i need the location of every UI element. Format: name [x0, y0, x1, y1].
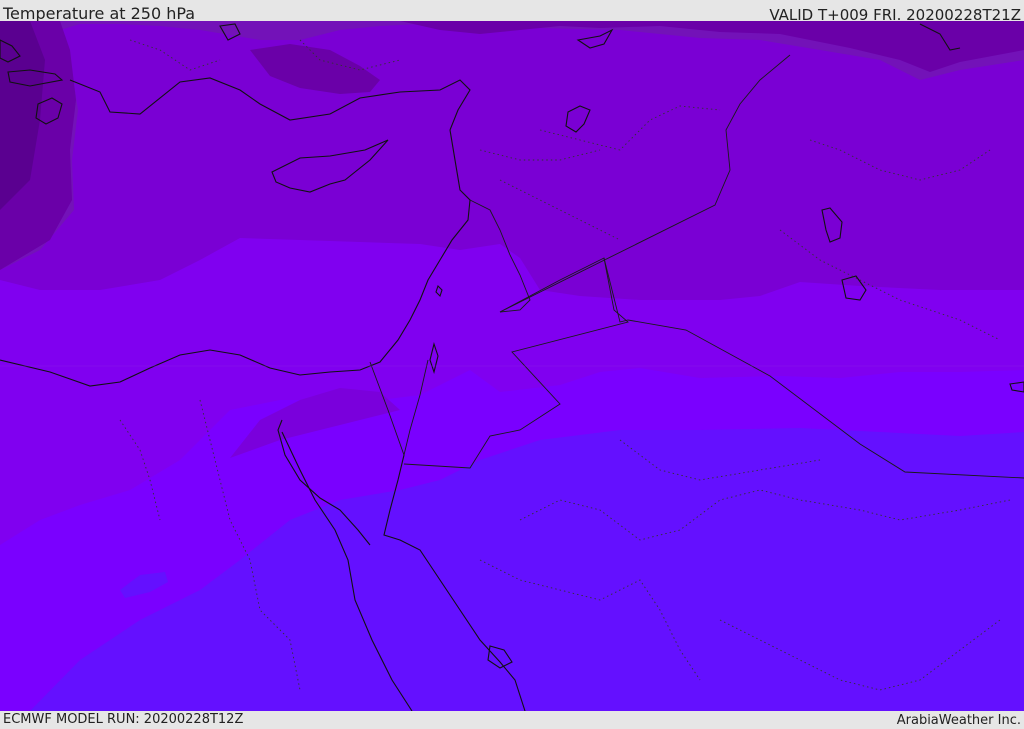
footer-bar: ECMWF MODEL RUN: 20200228T12Z ArabiaWeat… — [0, 711, 1024, 729]
header-bar: Temperature at 250 hPa VALID T+009 FRI. … — [0, 0, 1024, 24]
model-run-label: ECMWF MODEL RUN: 20200228T12Z — [3, 712, 244, 727]
credit-label: ArabiaWeather Inc. — [896, 713, 1021, 728]
temperature-map-svg — [0, 21, 1024, 711]
weather-map — [0, 21, 1024, 711]
